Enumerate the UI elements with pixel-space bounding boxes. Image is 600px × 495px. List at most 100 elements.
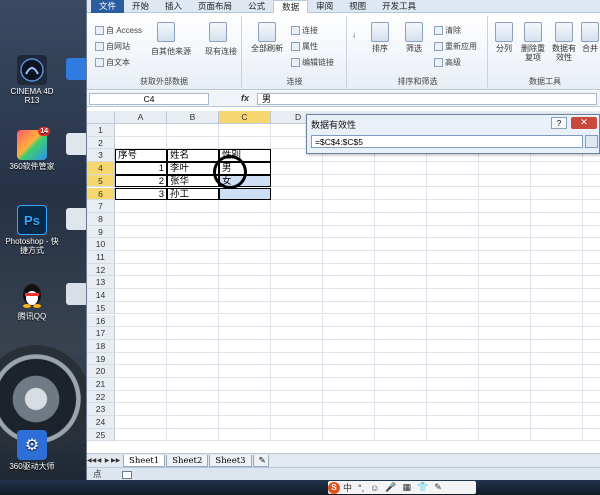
- advanced-filter-button[interactable]: 高级: [434, 57, 461, 68]
- skin-icon[interactable]: 👕: [414, 482, 431, 493]
- shortcut-icon[interactable]: [66, 208, 88, 230]
- row-header[interactable]: 19: [87, 352, 115, 366]
- desktop-icon-photoshop[interactable]: Ps Photoshop - 快捷方式: [4, 205, 60, 255]
- grid-row-background[interactable]: [115, 352, 600, 366]
- macro-record-icon[interactable]: [121, 470, 132, 479]
- from-other-sources-button[interactable]: 自其他来源: [151, 46, 191, 57]
- desktop-icon-360-driver[interactable]: ⚙ 360驱动大师: [4, 430, 60, 471]
- row-header[interactable]: 22: [87, 390, 115, 404]
- tab-view[interactable]: 视图: [341, 0, 374, 13]
- row-header[interactable]: 10: [87, 238, 115, 251]
- cell-b3[interactable]: 姓名: [167, 149, 219, 163]
- voice-icon[interactable]: 🎤: [382, 482, 399, 493]
- close-button[interactable]: ✕: [571, 117, 597, 129]
- shortcut-icon[interactable]: [66, 133, 88, 155]
- grid-row-background[interactable]: [115, 238, 600, 251]
- column-header-a[interactable]: A: [115, 111, 167, 124]
- sheet-tab-sheet3[interactable]: Sheet3: [209, 454, 252, 467]
- grid-row-background[interactable]: [115, 339, 600, 353]
- punctuation-icon[interactable]: °,: [355, 483, 367, 493]
- row-header[interactable]: 13: [87, 276, 115, 290]
- desktop-icon-cinema4d[interactable]: CINEMA 4D R13: [4, 55, 60, 105]
- cell-a6[interactable]: 3: [115, 187, 167, 201]
- emoji-icon[interactable]: ☺: [367, 483, 382, 493]
- cell-c6[interactable]: [219, 187, 271, 201]
- grid-row-background[interactable]: [115, 428, 600, 442]
- grid-row-background[interactable]: [115, 289, 600, 302]
- grid-row-background[interactable]: [115, 200, 600, 213]
- sogou-logo-icon[interactable]: S: [328, 481, 340, 494]
- sheet-tab-sheet1[interactable]: Sheet1: [123, 454, 166, 467]
- name-box[interactable]: C4: [89, 93, 209, 105]
- tab-formulas[interactable]: 公式: [240, 0, 273, 13]
- column-header-c[interactable]: C: [219, 111, 271, 124]
- desktop-icon-qq[interactable]: 腾讯QQ: [4, 280, 60, 321]
- row-header[interactable]: 14: [87, 289, 115, 302]
- cell-b4[interactable]: 李叶: [167, 162, 219, 175]
- grid-row-background[interactable]: [115, 403, 600, 417]
- row-header[interactable]: 16: [87, 314, 115, 328]
- grid-row-background[interactable]: [115, 225, 600, 239]
- source-range-input[interactable]: =$C$4:$C$5: [311, 135, 583, 148]
- row-header[interactable]: 24: [87, 416, 115, 429]
- cell-b5[interactable]: 张华: [167, 174, 219, 188]
- sort-az-button[interactable]: ↓: [352, 30, 356, 39]
- connections-button[interactable]: 连接: [291, 25, 318, 36]
- filter-button[interactable]: 筛选: [400, 22, 428, 53]
- sheet-tab-sheet2[interactable]: Sheet2: [166, 454, 209, 467]
- row-header[interactable]: 2: [87, 136, 115, 150]
- help-button[interactable]: ?: [551, 117, 567, 129]
- last-sheet-icon[interactable]: ▶▶: [111, 457, 120, 464]
- tab-data[interactable]: 数据: [273, 0, 309, 14]
- remove-duplicates-button[interactable]: 删除重复项: [519, 22, 547, 62]
- text-to-columns-button[interactable]: 分列: [491, 22, 517, 53]
- next-sheet-icon[interactable]: ▶: [103, 457, 111, 464]
- tools-icon[interactable]: ✎: [431, 482, 445, 493]
- row-header[interactable]: 15: [87, 301, 115, 315]
- clear-filter-button[interactable]: 清除: [434, 25, 461, 36]
- from-text-button[interactable]: 自文本: [95, 57, 130, 68]
- edit-links-button[interactable]: 编辑链接: [291, 57, 334, 68]
- cell-a4[interactable]: 1: [115, 162, 167, 175]
- row-header[interactable]: 18: [87, 339, 115, 353]
- select-all-corner[interactable]: [87, 111, 115, 124]
- row-header[interactable]: 5: [87, 174, 115, 188]
- row-header[interactable]: 7: [87, 200, 115, 213]
- tab-file[interactable]: 文件: [91, 0, 125, 13]
- desktop-icon-360-software[interactable]: 14 360软件管家: [4, 127, 60, 171]
- prev-sheet-icon[interactable]: ◀: [95, 457, 103, 464]
- consolidate-button[interactable]: 合并: [581, 22, 599, 53]
- ime-mode-toggle[interactable]: 中: [340, 481, 355, 494]
- row-header[interactable]: 21: [87, 378, 115, 391]
- grid-row-background[interactable]: [115, 263, 600, 277]
- from-access-button[interactable]: 自 Access: [95, 25, 142, 36]
- existing-connections-button[interactable]: 现有连接: [205, 46, 237, 57]
- from-web-button[interactable]: 自网站: [95, 41, 130, 52]
- cell-a3[interactable]: 序号: [115, 149, 167, 163]
- reapply-button[interactable]: 重新应用: [434, 41, 477, 52]
- grid-row-background[interactable]: [115, 327, 600, 340]
- row-header[interactable]: 9: [87, 225, 115, 239]
- shortcut-icon[interactable]: [66, 283, 88, 305]
- row-header[interactable]: 20: [87, 365, 115, 378]
- shortcut-icon[interactable]: [66, 58, 88, 80]
- row-header[interactable]: 4: [87, 162, 115, 175]
- tab-review[interactable]: 审阅: [308, 0, 341, 13]
- tab-page-layout[interactable]: 页面布局: [190, 0, 240, 13]
- grid-row-background[interactable]: [115, 276, 600, 290]
- cell-a5[interactable]: 2: [115, 174, 167, 188]
- grid-row-background[interactable]: [115, 251, 600, 264]
- grid-row-background[interactable]: [115, 365, 600, 378]
- data-validation-button[interactable]: 数据有效性: [549, 22, 579, 62]
- cell-b6[interactable]: 孙工: [167, 187, 219, 201]
- row-header[interactable]: 12: [87, 263, 115, 277]
- tab-insert[interactable]: 插入: [157, 0, 190, 13]
- grid-row-background[interactable]: [115, 212, 600, 226]
- formula-input[interactable]: 男: [257, 93, 597, 105]
- keyboard-icon[interactable]: ▦: [400, 482, 415, 493]
- row-header[interactable]: 11: [87, 251, 115, 264]
- grid-row-background[interactable]: [115, 390, 600, 404]
- grid-row-background[interactable]: [115, 301, 600, 315]
- refresh-all-button[interactable]: 全部刷新: [249, 22, 285, 53]
- row-header[interactable]: 6: [87, 187, 115, 201]
